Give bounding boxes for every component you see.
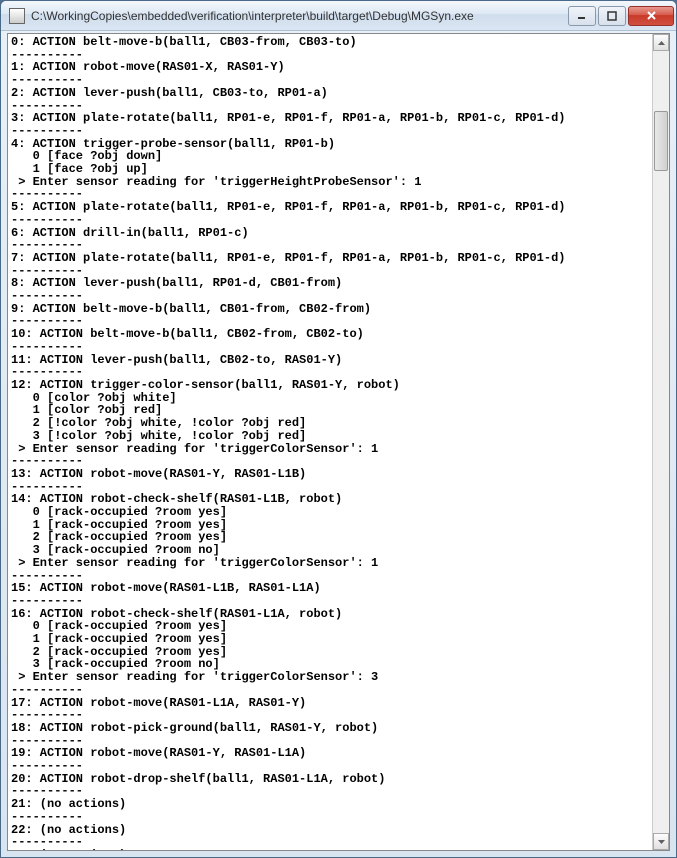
scroll-down-button[interactable] xyxy=(653,833,669,850)
window-controls xyxy=(566,6,674,26)
application-window: C:\WorkingCopies\embedded\verification\i… xyxy=(0,0,677,858)
close-icon xyxy=(646,10,657,21)
console-output: 0: ACTION belt-move-b(ball1, CB03-from, … xyxy=(8,34,652,850)
vertical-scrollbar[interactable] xyxy=(652,34,669,850)
close-button[interactable] xyxy=(628,6,674,26)
scrollbar-thumb[interactable] xyxy=(654,111,668,171)
client-area: 0: ACTION belt-move-b(ball1, CB03-from, … xyxy=(7,33,670,851)
titlebar[interactable]: C:\WorkingCopies\embedded\verification\i… xyxy=(1,1,676,31)
app-icon xyxy=(9,8,25,24)
chevron-up-icon xyxy=(658,41,665,45)
maximize-button[interactable] xyxy=(598,6,626,26)
maximize-icon xyxy=(607,11,617,21)
window-title: C:\WorkingCopies\embedded\verification\i… xyxy=(31,9,566,23)
scrollbar-track[interactable] xyxy=(653,51,669,833)
minimize-icon xyxy=(577,11,587,21)
scroll-up-button[interactable] xyxy=(653,34,669,51)
chevron-down-icon xyxy=(658,840,665,844)
minimize-button[interactable] xyxy=(568,6,596,26)
